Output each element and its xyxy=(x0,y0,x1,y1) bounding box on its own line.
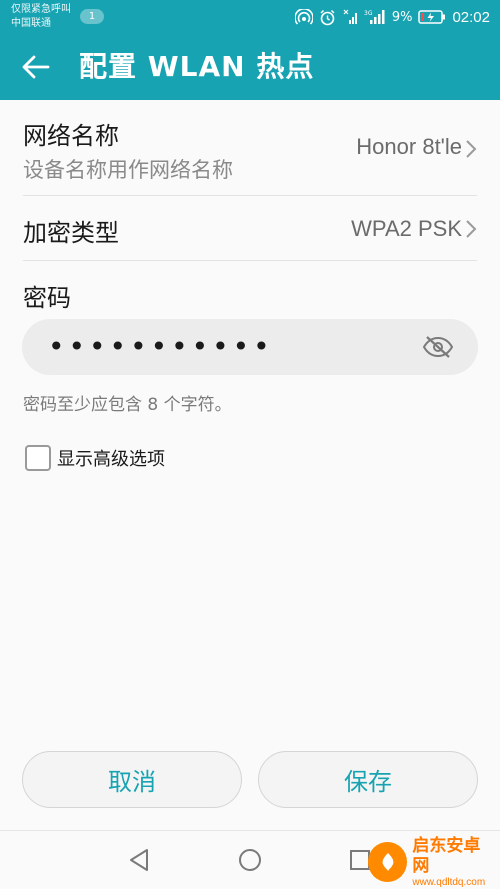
chevron-right-icon xyxy=(466,220,477,238)
status-icons: 3G 9% 02:02 xyxy=(294,0,490,34)
battery-percent: 9% xyxy=(391,9,413,25)
network-name-label: 网络名称 xyxy=(23,122,119,150)
password-visibility-toggle[interactable] xyxy=(420,331,456,363)
arrow-left-icon xyxy=(22,55,50,79)
svg-text:3G: 3G xyxy=(364,10,373,17)
eye-off-icon xyxy=(422,336,454,358)
back-button[interactable] xyxy=(16,47,56,87)
watermark: 启东安卓网 www.qdltdq.com xyxy=(368,835,496,888)
cancel-button[interactable]: 取消 xyxy=(22,751,242,808)
status-bar: 仅限紧急呼叫 中国联通 1 3G 9% 02:02 xyxy=(0,0,500,34)
encryption-type-row[interactable]: 加密类型 WPA2 PSK xyxy=(0,196,500,261)
battery-icon xyxy=(418,9,446,25)
circle-home-icon xyxy=(239,849,261,871)
divider xyxy=(23,260,477,261)
network-name-subtitle: 设备名称用作网络名称 xyxy=(23,158,233,182)
carrier-name: 中国联通 xyxy=(11,18,51,29)
password-label: 密码 xyxy=(23,284,71,312)
network-name-row[interactable]: 网络名称 设备名称用作网络名称 Honor 8t'le xyxy=(0,100,500,196)
nav-home-button[interactable] xyxy=(235,845,265,875)
app-bar: 配置 WLAN 热点 xyxy=(0,34,500,100)
encryption-type-value: WPA2 PSK xyxy=(351,216,462,241)
emergency-text: 仅限紧急呼叫 xyxy=(11,4,71,15)
signal-icon xyxy=(342,9,358,25)
watermark-title: 启东安卓网 xyxy=(412,835,481,876)
signal-3g-icon: 3G xyxy=(364,9,386,25)
carrier-info: 仅限紧急呼叫 中国联通 xyxy=(11,3,71,31)
password-hint: 密码至少应包含 8 个字符。 xyxy=(23,395,232,415)
save-button[interactable]: 保存 xyxy=(258,751,478,808)
hotspot-icon xyxy=(294,9,313,25)
triangle-back-icon xyxy=(130,849,148,871)
network-name-value: Honor 8t'le xyxy=(356,134,462,159)
encryption-type-label: 加密类型 xyxy=(23,219,119,247)
notification-badge: 1 xyxy=(80,9,104,24)
clock: 02:02 xyxy=(452,8,490,26)
page-title: 配置 WLAN 热点 xyxy=(79,50,315,83)
password-value: ••••••••••• xyxy=(48,330,274,363)
advanced-options-row[interactable]: 显示高级选项 xyxy=(25,445,165,471)
advanced-options-checkbox[interactable] xyxy=(25,445,51,471)
alarm-icon xyxy=(319,9,336,26)
advanced-options-label: 显示高级选项 xyxy=(57,449,165,470)
password-field[interactable]: ••••••••••• xyxy=(22,319,478,375)
watermark-logo-icon xyxy=(368,842,408,882)
watermark-url: www.qdltdq.com xyxy=(412,876,486,888)
chevron-right-icon xyxy=(466,140,477,158)
nav-back-button[interactable] xyxy=(124,845,154,875)
